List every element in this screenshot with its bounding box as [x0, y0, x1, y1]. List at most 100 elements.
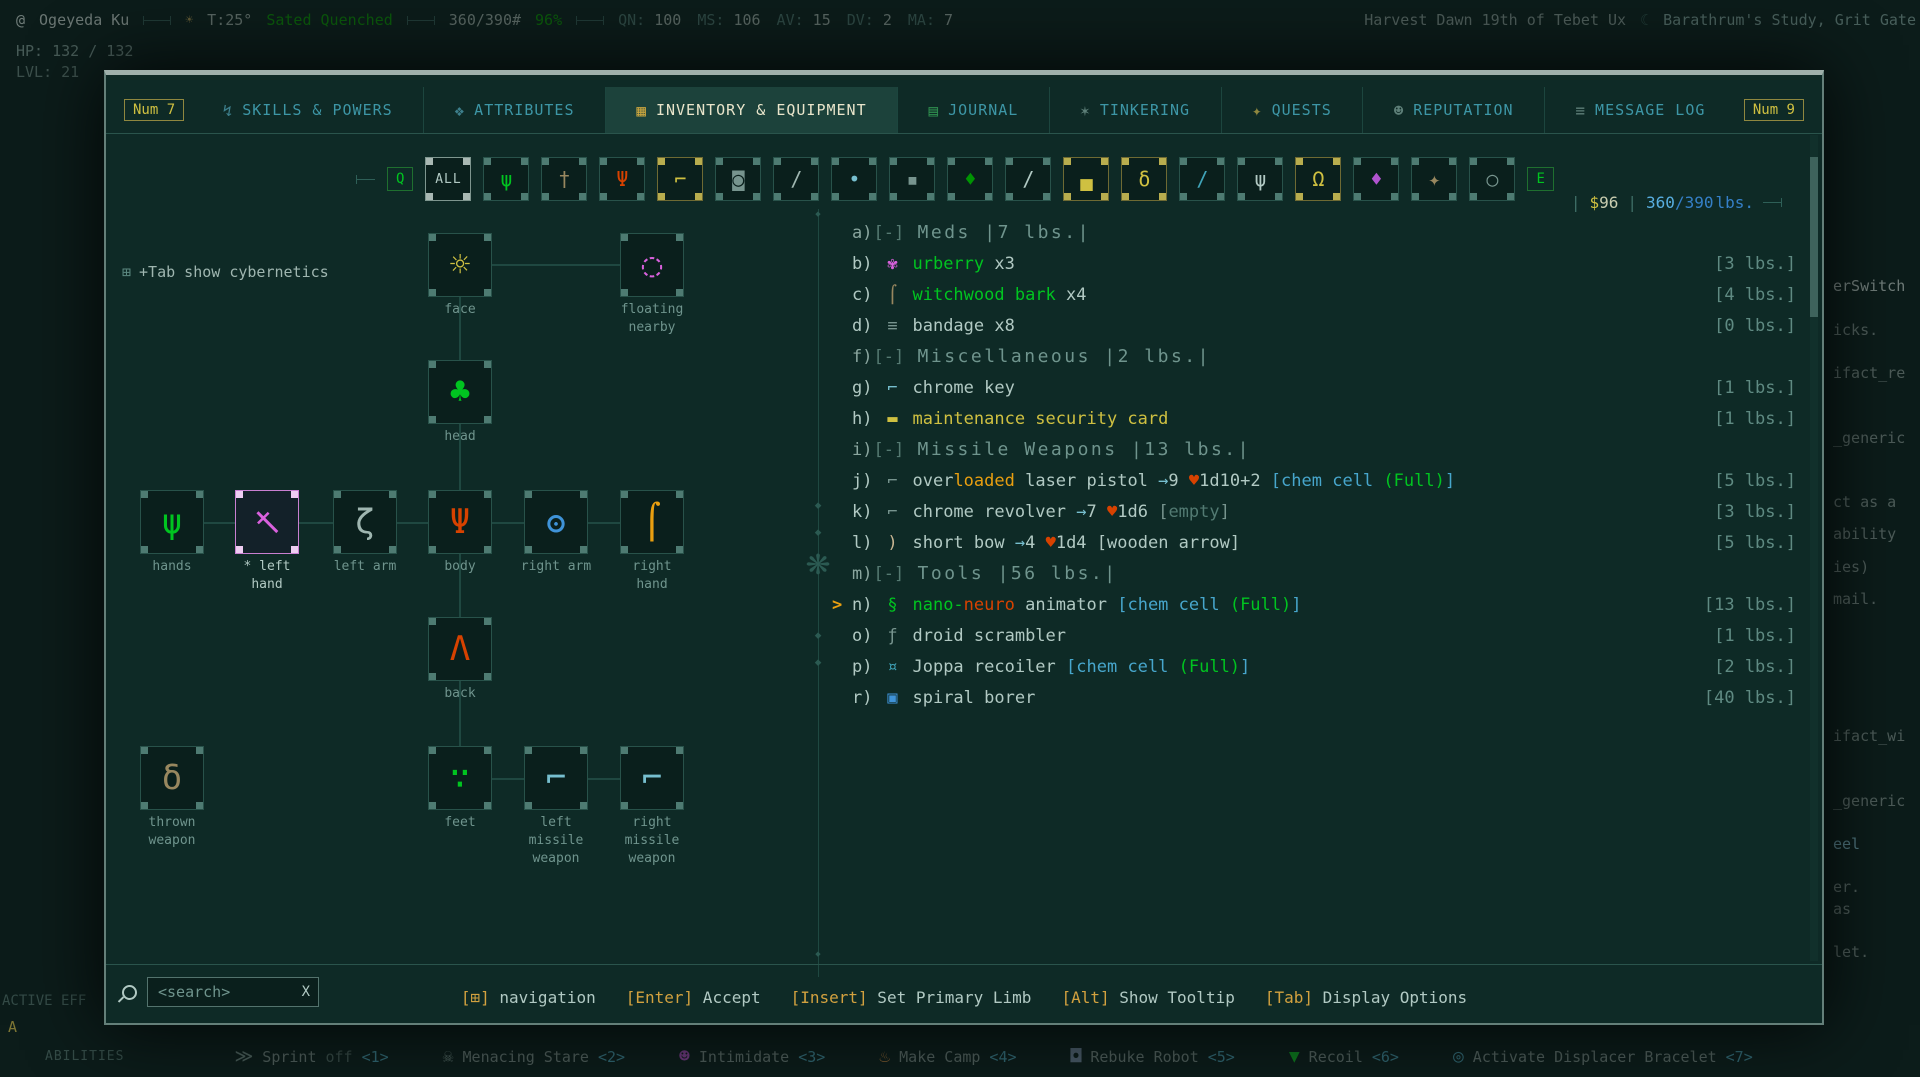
nav-keys-icon: [⊞] — [460, 988, 490, 1007]
item-name-part: 7 — [1086, 501, 1107, 522]
collapse-toggle[interactable]: [-] — [873, 347, 904, 367]
inventory-category-row[interactable]: f) [-] Miscellaneous |2 lbs.| — [832, 341, 1796, 372]
inventory-item-row[interactable]: o) ƒ droid scrambler [1 lbs.] — [832, 620, 1796, 651]
q-key-badge[interactable]: Q — [387, 167, 414, 191]
filter-trade-goods-button[interactable]: ✦ — [1411, 157, 1458, 201]
urberry-icon: ✾ — [887, 253, 898, 274]
footer-divider — [106, 964, 1822, 965]
slot-right-hand[interactable]: ⌠ — [620, 490, 684, 554]
inventory-category-row[interactable]: a) [-] Meds |7 lbs.| — [832, 217, 1796, 248]
category-title: Tools — [904, 563, 998, 584]
filter-missile-weapons-button[interactable]: ⌐ — [657, 157, 704, 201]
key-label: [Tab] — [1264, 988, 1314, 1007]
filter-wands-button[interactable]: / — [1179, 157, 1226, 201]
inventory-item-row[interactable]: g) ⌐ chrome key [1 lbs.] — [832, 372, 1796, 403]
slot-left-arm[interactable]: ζ — [333, 490, 397, 554]
ability-intimidate[interactable]: ☻ Intimidate <3> — [679, 1046, 825, 1067]
laser-pistol-icon: ⌐ — [887, 470, 898, 491]
ability-recoil[interactable]: ▼ Recoil <6> — [1289, 1046, 1399, 1067]
ability-sprint[interactable]: ≫ Sprint off <1> — [234, 1046, 388, 1067]
slot-back[interactable]: Λ — [428, 617, 492, 681]
slot-floating-nearby[interactable]: ◌ — [620, 233, 684, 297]
item-name-part: spiral borer — [912, 687, 1036, 708]
slot-body-label: body — [444, 559, 476, 574]
filter-creatures-button[interactable]: ψ — [1237, 157, 1284, 201]
filter-miscellaneous-button[interactable]: ○ — [1469, 157, 1516, 201]
inventory-item-row[interactable]: d) ≡ bandage x8 [0 lbs.] — [832, 310, 1796, 341]
filter-armor-button[interactable]: Ψ — [599, 157, 646, 201]
inventory-item-row[interactable]: p) ¤ Joppa recoiler [chem cell (Full)] [2 l… — [832, 651, 1796, 682]
inventory-item-row[interactable]: k) ⌐ chrome revolver →7 ♥1d6 [empty] [3 lbs… — [832, 496, 1796, 527]
inventory-item-row[interactable]: b) ✾ urberry x3 [3 lbs.] — [832, 248, 1796, 279]
scrollbar-track[interactable] — [1810, 135, 1818, 961]
slot-feet[interactable]: ∵ — [428, 746, 492, 810]
slot-left-missile-weapon[interactable]: ⌐ — [524, 746, 588, 810]
inventory-item-row[interactable]: > n) § nano-neuro animator [chem cell (Full… — [832, 589, 1796, 620]
filter-figurines-button[interactable]: Ω — [1295, 157, 1342, 201]
collapse-toggle[interactable]: [-] — [873, 440, 904, 460]
item-name-part: ] — [1291, 594, 1302, 615]
slot-body[interactable]: Ψ — [428, 490, 492, 554]
scrollbar-thumb[interactable] — [1810, 157, 1818, 317]
e-key-badge[interactable]: E — [1527, 167, 1554, 191]
num7-key-badge[interactable]: Num 7 — [124, 99, 185, 121]
tab-journal[interactable]: ▤ JOURNAL — [897, 87, 1049, 133]
inventory-item-row[interactable]: h) ▬ maintenance security card [1 lbs.] — [832, 403, 1796, 434]
filter-tonics-button[interactable]: δ — [1121, 157, 1168, 201]
tab-label: SKILLS & POWERS — [242, 101, 393, 119]
inventory-category-row[interactable]: i) [-] Missile Weapons |13 lbs.| — [832, 434, 1796, 465]
filter-shields-button[interactable]: ◙ — [715, 157, 762, 201]
ability-make-camp[interactable]: ♨ Make Camp <4> — [879, 1046, 1016, 1067]
inventory-category-row[interactable]: m) [-] Tools |56 lbs.| — [832, 558, 1796, 589]
filter-missile-weapons-icon: ⌐ — [674, 167, 687, 191]
item-name-part: → — [1014, 532, 1026, 553]
separator: | — [1570, 193, 1581, 212]
slot-thrown-weapon[interactable]: δ — [140, 746, 204, 810]
filter-light-sources-icon: / — [1022, 167, 1035, 191]
tab-tinkering[interactable]: ✶ TINKERING — [1048, 87, 1221, 133]
item-name-part: (Full) — [1229, 594, 1292, 615]
tab-message-log[interactable]: ≡ MESSAGE LOG — [1543, 87, 1736, 133]
stat-label: DV: — [846, 11, 883, 29]
item-name: overloaded laser pistol →9 ♥1d10+2 [chem… — [912, 471, 1455, 491]
ability-rebuke-robot[interactable]: ◘ Rebuke Robot <5> — [1071, 1046, 1235, 1067]
filter-corpses-button[interactable]: ψ — [483, 157, 530, 201]
slot-head[interactable]: ♣ — [428, 360, 492, 424]
filter-projectiles-button[interactable]: ▪ — [889, 157, 936, 201]
inventory-item-row[interactable]: c) ⌠ witchwood bark x4 [4 lbs.] — [832, 279, 1796, 310]
sprint-icon: ≫ — [234, 1046, 254, 1067]
filter-melee-weapons-button[interactable]: † — [541, 157, 588, 201]
filter-all-button[interactable]: ALL — [425, 157, 472, 201]
filter-corpses-icon: ψ — [500, 167, 513, 191]
inventory-item-row[interactable]: l)) short bow →4 ♥1d4 [wooden arrow] [5 lb… — [832, 527, 1796, 558]
tab-skills-powers[interactable]: ↯ SKILLS & POWERS — [192, 87, 423, 133]
inventory-item-row[interactable]: j) ⌐ overloaded laser pistol →9 ♥1d10+2 [c… — [832, 465, 1796, 496]
filter-food-button[interactable]: ♦ — [947, 157, 994, 201]
item-name-part: 1d10+2 — [1199, 470, 1271, 491]
slot-face[interactable]: ☼ — [428, 233, 492, 297]
filter-energy-cells-button[interactable]: ▄ — [1063, 157, 1110, 201]
filter-ammo-button[interactable]: • — [831, 157, 878, 201]
num9-key-badge[interactable]: Num 9 — [1743, 99, 1804, 121]
slot-right-missile-weapon[interactable]: ⌐ — [620, 746, 684, 810]
ability-activate-displacer-bracelet[interactable]: ◎ Activate Displacer Bracelet <7> — [1453, 1046, 1753, 1067]
filter-tools-button[interactable]: / — [773, 157, 820, 201]
tab-quests[interactable]: ✦ QUESTS — [1220, 87, 1363, 133]
inventory-item-row[interactable]: r) ▣ spiral borer [40 lbs.] — [832, 682, 1796, 713]
collapse-toggle[interactable]: [-] — [873, 564, 904, 584]
tab-attributes[interactable]: ❖ ATTRIBUTES — [423, 87, 605, 133]
item-name: maintenance security card — [912, 409, 1168, 429]
collapse-toggle[interactable]: [-] — [873, 223, 904, 243]
tab-inventory-equipment[interactable]: ▦ INVENTORY & EQUIPMENT — [604, 87, 898, 133]
hint-accept: [Enter] Accept — [626, 988, 761, 1007]
weight-readout: 360/390 lbs. — [1646, 193, 1754, 212]
tab-label: MESSAGE LOG — [1595, 101, 1706, 119]
slot-right-arm[interactable]: ʘ — [524, 490, 588, 554]
slot-left-hand[interactable]: † — [235, 490, 299, 554]
filter-light-sources-button[interactable]: / — [1005, 157, 1052, 201]
tab-reputation[interactable]: ☻ REPUTATION — [1362, 87, 1544, 133]
slot-hands[interactable]: ψ — [140, 490, 204, 554]
filter-gems-button[interactable]: ♦ — [1353, 157, 1400, 201]
ability-menacing-stare[interactable]: ☠ Menacing Stare <2> — [443, 1046, 625, 1067]
selection-cursor-icon — [832, 347, 852, 367]
